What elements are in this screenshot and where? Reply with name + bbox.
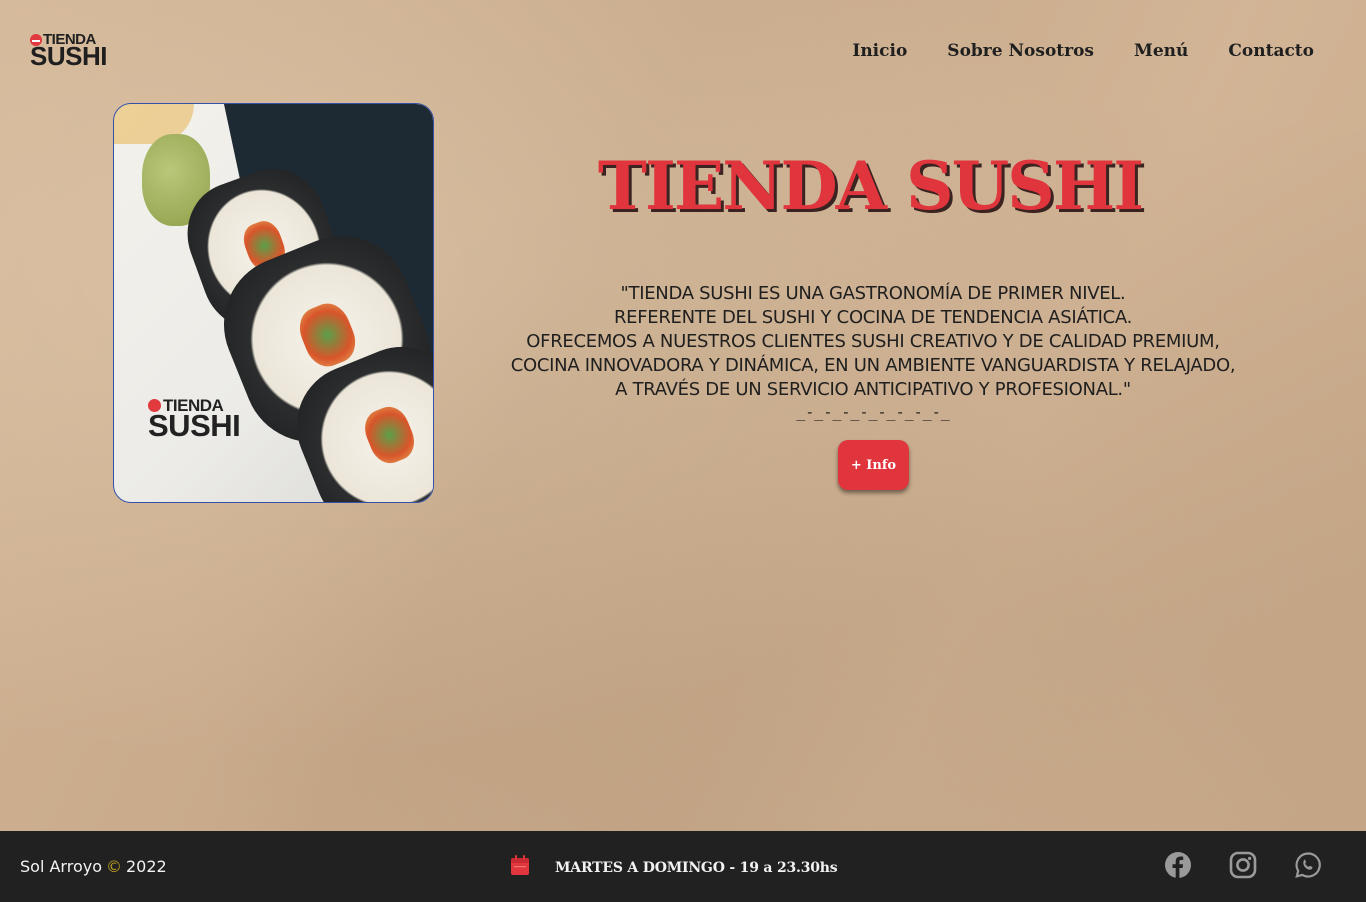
- footer-author: Sol Arroyo: [20, 857, 102, 876]
- hero-sushi-image: TIENDA SUSHI: [113, 103, 434, 503]
- nav-item-menu[interactable]: Menú: [1134, 40, 1188, 62]
- facebook-icon[interactable]: [1164, 851, 1192, 879]
- logo-line-2: SUSHI: [30, 41, 107, 71]
- site-logo[interactable]: TIENDA SUSHI: [30, 31, 107, 71]
- whatsapp-icon[interactable]: [1294, 851, 1322, 879]
- quote-decoration: _-_-_-_-_-_-_-_-_: [796, 403, 950, 421]
- instagram-icon[interactable]: [1229, 851, 1257, 879]
- image-brand-line-2: SUSHI: [148, 408, 241, 443]
- site-footer: Sol Arroyo © 2022 MARTES A DOMINGO - 19 a …: [0, 831, 1366, 902]
- hero-quote: "TIENDA SUSHI ES UNA GASTRONOMÍA DE PRIM…: [470, 282, 1276, 402]
- main-nav: Inicio Sobre Nosotros Menú Contacto: [852, 40, 1314, 62]
- quote-line: COCINA INNOVADORA Y DINÁMICA, EN UN AMBI…: [510, 355, 1236, 376]
- quote-line: A TRAVÉS DE UN SERVICIO ANTICIPATIVO Y P…: [615, 379, 1131, 400]
- calendar-icon: [511, 855, 529, 875]
- site-header: TIENDA SUSHI Inicio Sobre Nosotros Menú …: [0, 0, 1366, 100]
- nav-item-inicio[interactable]: Inicio: [852, 40, 907, 62]
- opening-hours: MARTES A DOMINGO - 19 a 23.30hs: [555, 860, 838, 876]
- hero-title: TIENDA SUSHI: [597, 147, 1144, 225]
- quote-line: "TIENDA SUSHI ES UNA GASTRONOMÍA DE PRIM…: [620, 283, 1126, 304]
- copyright-icon: ©: [106, 857, 122, 876]
- nav-item-sobre-nosotros[interactable]: Sobre Nosotros: [947, 40, 1094, 62]
- footer-year: 2022: [126, 857, 167, 876]
- more-info-button[interactable]: + Info: [838, 440, 909, 490]
- quote-line: REFERENTE DEL SUSHI Y COCINA DE TENDENCI…: [613, 307, 1133, 328]
- footer-credit: Sol Arroyo © 2022: [20, 857, 167, 877]
- quote-line: OFRECEMOS A NUESTROS CLIENTES SUSHI CREA…: [526, 331, 1220, 352]
- nav-item-contacto[interactable]: Contacto: [1228, 40, 1314, 62]
- image-brand-logo: TIENDA SUSHI: [148, 396, 241, 443]
